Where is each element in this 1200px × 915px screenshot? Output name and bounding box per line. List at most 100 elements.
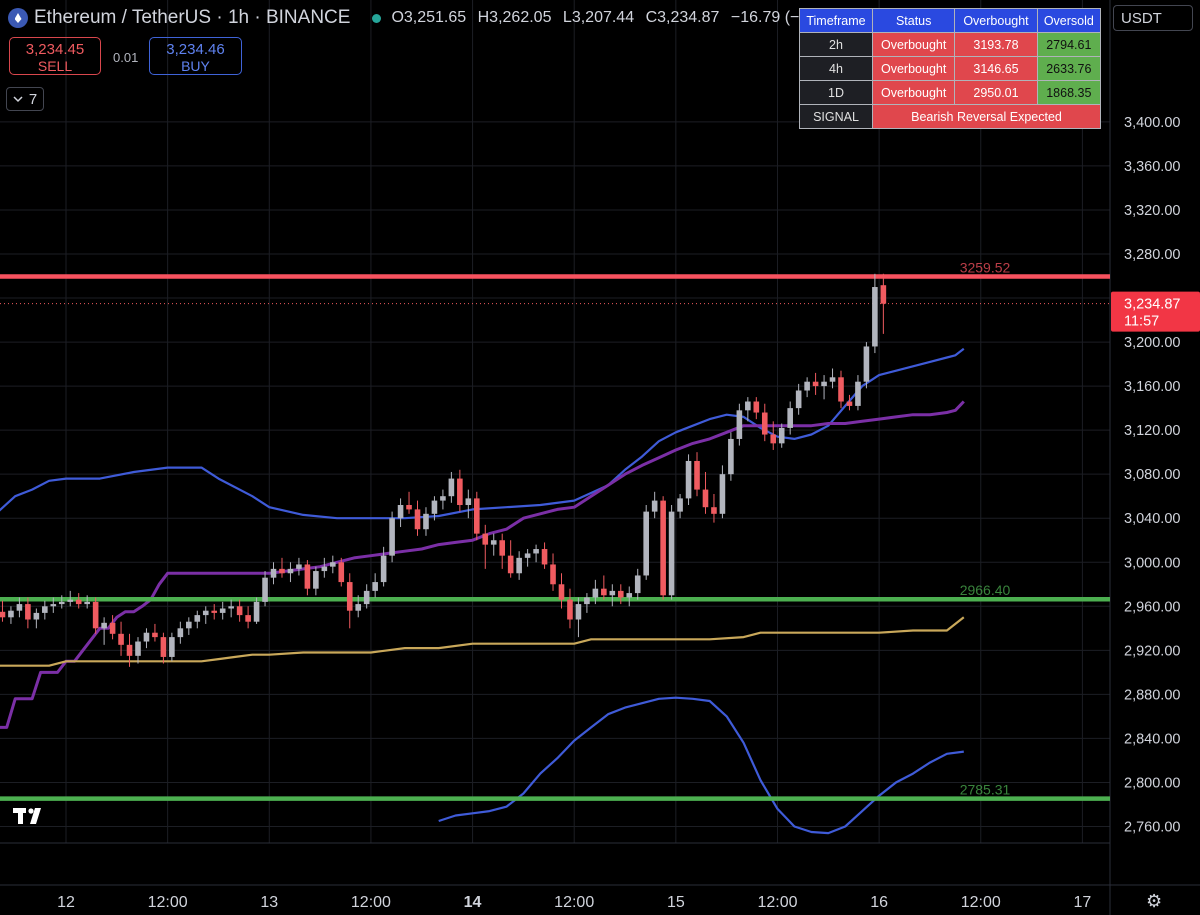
candle [177,621,184,644]
candle-body [118,633,124,645]
candle [524,549,531,567]
candle-body [575,604,582,620]
x-tick-label: 14 [464,894,482,911]
candle [330,555,336,574]
candle-body [719,474,726,514]
series-line-upper_band [0,347,965,520]
candle-body [84,601,90,605]
y-tick-label: 2,840.00 [1124,731,1180,747]
candle [601,575,607,600]
candle-body [92,601,99,629]
price-chart[interactable]: 3259.52 2966.40 2785.31 3,400.00 3,360.00 3,3… [0,0,1200,915]
buy-button[interactable]: 3,234.46 BUY [149,37,242,75]
y-tick-label: 3,120.00 [1124,423,1180,439]
candle-body [194,615,201,622]
candle [567,588,573,629]
candle-body [262,577,268,602]
candle [389,511,395,563]
candle [279,557,285,578]
currency-button[interactable]: USDT [1113,5,1193,31]
candle-body [75,599,82,605]
candle [507,540,514,578]
y-tick-label: 3,000.00 [1124,555,1180,571]
y-tick-label: 2,920.00 [1124,643,1180,659]
series-line-purple [0,400,965,729]
table-row: 1D Overbought 2950.01 1868.35 [799,80,1102,105]
overbought-cell: 2950.01 [954,80,1038,105]
candle-body [863,346,870,382]
candle-body [236,606,243,616]
candle-body [677,498,683,512]
y-tick-label: 3,360.00 [1124,159,1180,175]
candle [92,597,99,634]
candle-body [406,505,412,510]
candle-body [558,584,565,600]
candle [880,273,887,334]
candle [194,610,201,629]
candle [863,342,870,389]
y-tick-label: 3,200.00 [1124,335,1180,351]
candle-body [584,597,590,605]
candle-body [626,593,633,598]
gear-icon[interactable]: ⚙ [1146,891,1162,912]
overbought-cell: 3146.65 [954,56,1038,81]
candle [626,586,633,607]
candle [728,432,734,481]
candle-body [634,575,641,594]
candle [8,606,14,624]
candle-body [745,401,751,411]
sell-button[interactable]: 3,234.45 SELL [9,37,101,75]
close-value: C3,234.87 [645,9,720,26]
indicators-toggle-button[interactable]: 7 [6,87,44,111]
table-header-overbought: Overbought [954,8,1038,33]
candle-body [321,566,328,572]
candle-body [186,621,192,629]
table-row: 4h Overbought 3146.65 2633.76 [799,56,1102,81]
table-row: 2h Overbought 3193.78 2794.61 [799,32,1102,57]
table-header-status: Status [871,8,956,33]
x-tick-label: 16 [870,894,888,911]
status-cell: Overbought [871,56,956,81]
candle [262,571,268,607]
candle [219,601,226,620]
candle [465,489,472,519]
y-tick-label: 3,320.00 [1124,203,1180,219]
overbought-cell: 3193.78 [954,32,1038,57]
candle [152,623,158,642]
candle [423,507,429,536]
candle-body [660,500,666,596]
oversold-cell: 2633.76 [1036,56,1102,81]
candle-body [58,601,65,605]
candle [634,568,641,600]
candle-body [287,568,294,574]
candle [516,551,522,580]
level-label: 3259.52 [960,260,1011,276]
candle [0,600,6,622]
x-tick-label: 12:00 [554,894,594,911]
candle-body [16,604,23,611]
ethereum-icon [8,8,28,28]
y-tick-label: 2,760.00 [1124,819,1180,835]
x-tick-label: 17 [1074,894,1092,911]
candle [457,469,463,512]
candle [296,557,302,576]
symbol-title[interactable]: Ethereum / TetherUS · 1h · BINANCE [34,7,350,29]
candle [236,599,243,622]
x-tick-label: 15 [667,894,685,911]
candle-body [601,588,607,596]
candle [372,573,378,598]
candle-body [753,401,760,413]
candle [609,584,616,607]
candle-body [651,500,658,512]
candle-body [761,412,768,435]
candle-body [338,562,345,583]
candle [304,560,311,596]
candle-body [609,590,616,596]
candle-body [330,562,336,567]
candle-body [109,622,116,634]
candle-body [270,568,277,578]
candle-body [838,377,844,402]
candle [753,397,760,420]
buy-price: 3,234.46 [166,41,225,58]
candle [668,505,675,600]
